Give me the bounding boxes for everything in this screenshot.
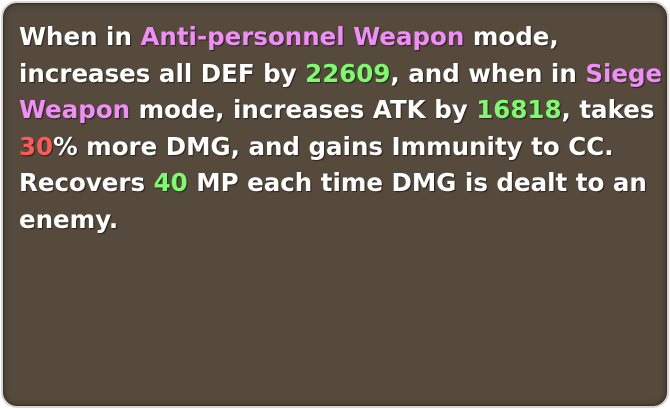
- def-value: 22609: [305, 58, 391, 88]
- skill-tooltip-panel: When in Anti-personnel Weapon mode, incre…: [3, 3, 667, 406]
- mode-name-siege: Siege: [585, 58, 663, 88]
- description-text: , takes: [561, 95, 655, 124]
- description-text: increases all DEF by: [19, 58, 306, 88]
- description-text: enemy.: [19, 204, 119, 234]
- description-text: Recovers: [19, 168, 154, 197]
- dmg-taken-value: 30: [19, 131, 54, 161]
- description-text: mode,: [464, 22, 559, 51]
- description-text: % more DMG, and gains Immunity to CC.: [53, 131, 614, 161]
- atk-value: 16818: [476, 95, 562, 124]
- mode-name-anti-personnel: Anti-personnel Weapon: [140, 22, 465, 51]
- description-text: mode, increases ATK by: [130, 95, 477, 124]
- mode-name-siege-cont: Weapon: [19, 95, 131, 124]
- description-text: When in: [19, 22, 141, 51]
- description-text: MP each time DMG is dealt to an: [187, 168, 647, 197]
- mp-value: 40: [153, 168, 188, 197]
- skill-description: When in Anti-personnel Weapon mode, incre…: [19, 19, 663, 238]
- description-text: , and when in: [390, 58, 586, 88]
